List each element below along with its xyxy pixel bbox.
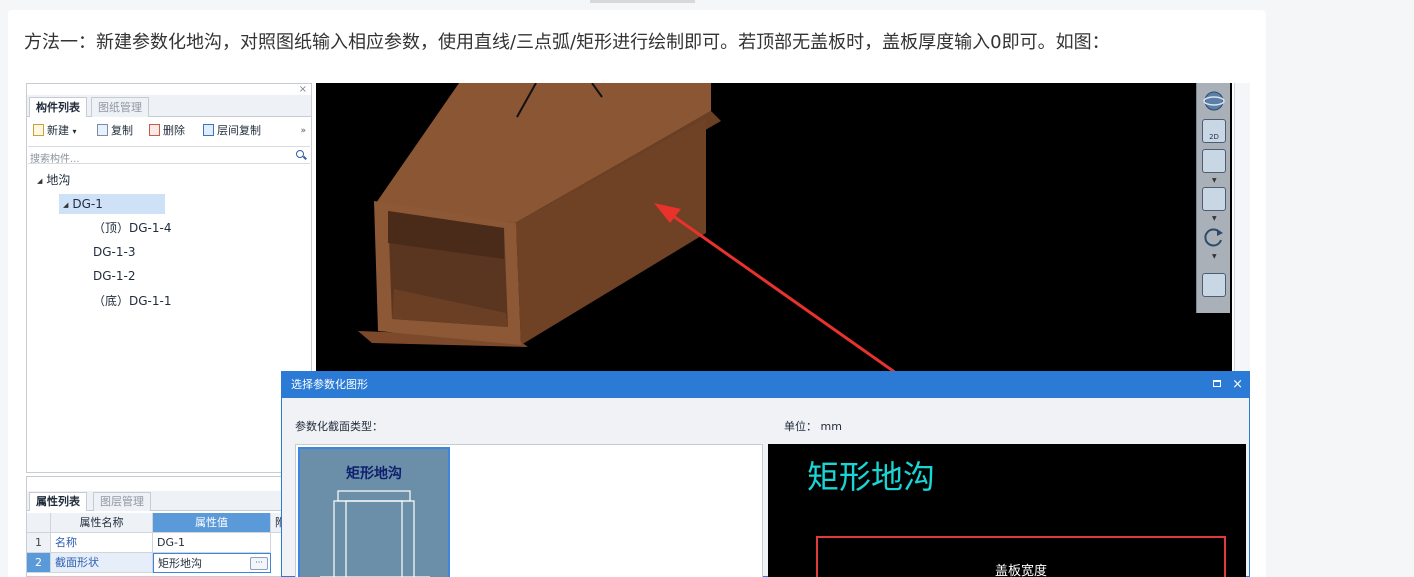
tree-leaf-dg1-3[interactable]: DG-1-3 <box>93 242 135 262</box>
annotation-arrow-shaft <box>665 209 897 375</box>
column-header-value: 属性值 <box>153 513 271 533</box>
copy-icon <box>97 124 108 136</box>
dropdown-caret-icon[interactable]: ▼ <box>1212 215 1217 222</box>
panel-close-icon[interactable]: × <box>299 84 307 95</box>
tab-layer-management[interactable]: 图层管理 <box>93 492 151 511</box>
section-type-list: 矩形地沟 <box>295 444 763 577</box>
column-header-name: 属性名称 <box>51 513 153 533</box>
tree-node-trench[interactable]: ◢ 地沟 <box>37 170 70 190</box>
copy-button[interactable]: 复制 <box>97 120 133 142</box>
intro-paragraph: 方法一：新建参数化地沟，对照图纸输入相应参数，使用直线/三点弧/矩形进行绘制即可… <box>24 32 1110 53</box>
new-button[interactable]: 新建 ▾ <box>33 120 77 142</box>
tab-component-list[interactable]: 构件列表 <box>29 97 87 117</box>
view-front-icon[interactable] <box>1202 149 1226 173</box>
preview-title: 矩形地沟 <box>807 458 936 496</box>
tab-properties[interactable]: 属性列表 <box>29 492 87 511</box>
layout-grid-icon[interactable] <box>1202 273 1226 297</box>
dropdown-caret-icon[interactable]: ▼ <box>1212 177 1217 184</box>
component-list-panel: × 构件列表 图纸管理 新建 ▾ 复制 删除 层间复制 » ◢地沟 ◢DG-1 … <box>26 83 312 473</box>
component-search-input[interactable] <box>28 151 278 168</box>
tree-node-dg1[interactable]: ◢ DG-1 <box>59 194 165 214</box>
tree-expand-icon[interactable]: ◢ <box>63 201 68 209</box>
layer-copy-icon <box>203 124 214 136</box>
rotate-icon[interactable] <box>1202 225 1226 249</box>
properties-panel-tabs: 属性列表 图层管理 <box>27 491 311 511</box>
tree-leaf-bottom[interactable]: （底）DG-1-1 <box>93 291 171 311</box>
trench-3d-model <box>358 83 897 375</box>
layer-copy-button[interactable]: 层间复制 <box>203 120 261 142</box>
viewport-toolbar: 2D ▼ ▼ ▼ <box>1196 83 1230 313</box>
toolbar-more-icon[interactable]: » <box>300 120 306 142</box>
section-type-label: 参数化截面类型： <box>295 420 383 433</box>
new-dropdown-caret-icon[interactable]: ▾ <box>73 127 77 136</box>
section-type-label-text: 矩形地沟 <box>346 466 402 482</box>
right-panel-edge <box>1234 83 1250 373</box>
close-icon[interactable]: × <box>1232 372 1243 398</box>
rect-trench-thumbnail-icon <box>320 490 430 577</box>
row-number: 2 <box>27 553 51 573</box>
top-tab-indicator <box>590 0 695 3</box>
row-number: 1 <box>27 533 51 553</box>
new-document-icon <box>33 124 44 136</box>
orbit-sphere-icon[interactable] <box>1202 89 1226 113</box>
unit-label: 单位： mm <box>784 420 842 433</box>
component-search <box>28 146 310 168</box>
cover-width-label: 盖板宽度 <box>994 564 1047 577</box>
component-toolbar: 新建 ▾ 复制 删除 层间复制 » <box>27 120 311 142</box>
software-screenshot: × 构件列表 图纸管理 新建 ▾ 复制 删除 层间复制 » ◢地沟 ◢DG-1 … <box>26 83 1250 577</box>
property-name: 名称 <box>51 533 153 553</box>
property-value-section-shape[interactable]: 矩形地沟 ··· <box>153 553 271 573</box>
search-icon[interactable] <box>296 150 304 158</box>
view-cube-icon[interactable] <box>1202 187 1226 211</box>
dropdown-caret-icon[interactable]: ▼ <box>1212 253 1217 260</box>
maximize-icon[interactable] <box>1213 380 1221 387</box>
dialog-title: 选择参数化图形 <box>291 378 368 391</box>
3d-viewport[interactable] <box>316 83 1232 383</box>
tree-expand-icon[interactable]: ◢ <box>37 177 42 185</box>
view-2d-button[interactable]: 2D <box>1202 119 1226 143</box>
row-number-header <box>27 513 51 533</box>
property-name: 截面形状 <box>51 553 153 573</box>
properties-panel: 属性列表 图层管理 属性名称 属性值 附 1 名称 DG-1 2 截面形状 矩形… <box>26 476 312 577</box>
section-type-rect-trench[interactable]: 矩形地沟 <box>298 447 450 577</box>
dialog-title-bar: 选择参数化图形 × <box>282 372 1249 398</box>
component-panel-tabs: 构件列表 图纸管理 <box>27 95 311 117</box>
ellipsis-button[interactable]: ··· <box>250 557 268 570</box>
shape-preview: 矩形地沟 盖板宽度 <box>768 444 1246 577</box>
preview-outline: 盖板宽度 <box>816 536 1226 577</box>
tree-leaf-top[interactable]: （顶）DG-1-4 <box>93 218 171 238</box>
delete-icon <box>149 124 160 136</box>
property-value-name[interactable]: DG-1 <box>153 533 271 553</box>
properties-table: 属性名称 属性值 附 1 名称 DG-1 2 截面形状 矩形地沟 ··· <box>27 513 311 573</box>
tree-leaf-dg1-2[interactable]: DG-1-2 <box>93 266 135 286</box>
delete-button[interactable]: 删除 <box>149 120 185 142</box>
select-parametric-shape-dialog: 选择参数化图形 × 参数化截面类型： 单位： mm 矩形地沟 矩形地沟 盖板宽度 <box>281 371 1250 577</box>
tab-drawing-management[interactable]: 图纸管理 <box>91 97 149 117</box>
